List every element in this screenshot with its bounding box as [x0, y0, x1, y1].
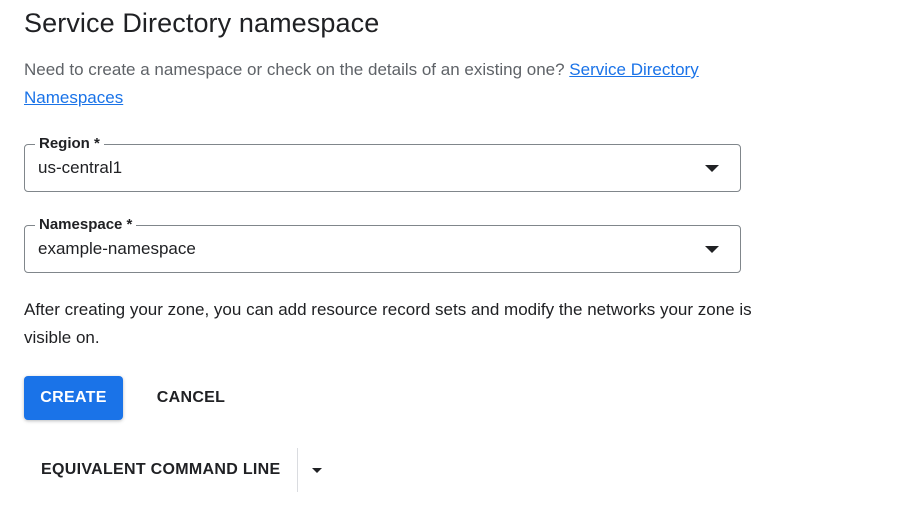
region-select[interactable]: Region * us-central1	[24, 134, 741, 192]
caret-down-icon	[311, 468, 322, 473]
namespace-description: Need to create a namespace or check on t…	[24, 56, 764, 112]
dropdown-arrow-icon[interactable]	[705, 246, 719, 253]
equivalent-command-line-group: EQUIVALENT COMMAND LINE	[24, 448, 336, 492]
command-line-menu-button[interactable]	[298, 448, 336, 492]
dropdown-arrow-icon[interactable]	[705, 165, 719, 172]
create-button[interactable]: CREATE	[24, 376, 123, 420]
namespace-select[interactable]: Namespace * example-namespace	[24, 215, 741, 273]
namespace-value: example-namespace	[38, 239, 196, 258]
equivalent-command-line-button[interactable]: EQUIVALENT COMMAND LINE	[24, 448, 297, 492]
region-value: us-central1	[38, 158, 123, 177]
create-zone-panel: Service Directory namespace Need to crea…	[0, 0, 911, 510]
page-title: Service Directory namespace	[24, 8, 380, 38]
cancel-button[interactable]: CANCEL	[143, 376, 239, 420]
description-text: Need to create a namespace or check on t…	[24, 60, 570, 79]
region-label: Region *	[35, 134, 104, 154]
namespace-label: Namespace *	[35, 215, 137, 235]
zone-info-text: After creating your zone, you can add re…	[24, 300, 752, 347]
